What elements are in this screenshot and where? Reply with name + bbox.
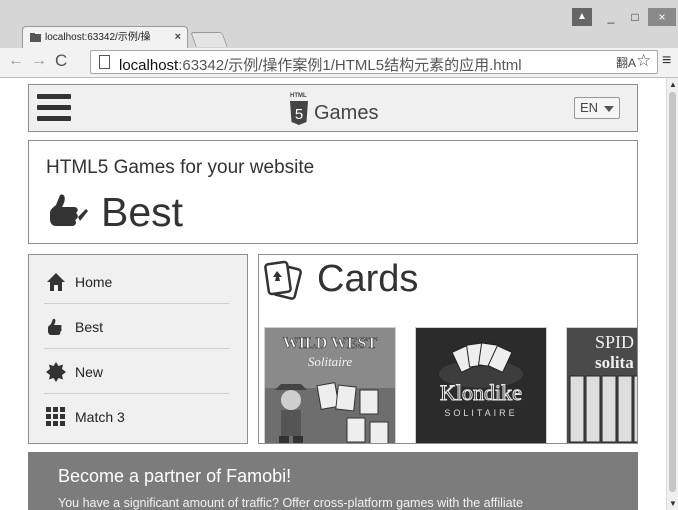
sidebar-item-label: New — [75, 364, 104, 380]
folder-favicon-icon — [30, 33, 41, 42]
scroll-thumb[interactable] — [669, 92, 676, 492]
forward-arrow-icon[interactable]: → — [31, 52, 47, 70]
sidebar-item-best[interactable]: Best — [44, 304, 229, 349]
thumbs-up-icon — [48, 318, 62, 335]
browser-menu-icon[interactable]: ≡ — [662, 52, 671, 70]
url-host: localhost — [119, 57, 179, 74]
logo-number: 5 — [295, 106, 303, 123]
close-window-button[interactable]: × — [648, 8, 676, 26]
new-tab-button[interactable] — [190, 32, 228, 47]
site-header: HTML 5 Games EN — [28, 84, 638, 132]
tab-close-icon[interactable]: × — [175, 27, 181, 48]
address-bar[interactable]: localhost:63342/示例/操作案例1/HTML5结构元素的应用.ht… — [90, 50, 658, 74]
language-value: EN — [580, 100, 599, 115]
game-title-line2: Solitaire — [308, 354, 353, 369]
game-thumbnail-wild-west[interactable]: WILD WEST Solitaire — [264, 327, 396, 443]
sidebar-item-label: Best — [75, 319, 104, 335]
caret-down-icon — [604, 106, 614, 112]
sidebar-item-home[interactable]: Home — [44, 259, 229, 304]
sidebar-item-label: Home — [75, 274, 113, 290]
minimize-button[interactable]: _ — [600, 8, 622, 26]
game-title-line1: WILD WEST — [283, 335, 378, 352]
maximize-button[interactable]: □ — [624, 8, 646, 26]
game-title-line2: SOLITAIRE — [444, 408, 517, 418]
logo-html-text: HTML — [290, 93, 307, 99]
thumbs-up-icon — [50, 194, 88, 226]
logo-word: Games — [314, 102, 379, 124]
klondike-artwork: Klondike SOLITAIRE — [416, 328, 546, 443]
cards-section: Cards WILD WEST Solitaire Klondike SOLIT… — [258, 254, 638, 444]
section-title: Cards — [317, 258, 419, 300]
bookmark-star-icon[interactable]: ☆ — [636, 51, 651, 71]
spider-artwork: SPID solita — [567, 328, 637, 443]
game-title-line1: Klondike — [440, 380, 522, 405]
game-title-line1: SPID — [595, 332, 634, 352]
playing-cards-icon — [264, 260, 302, 300]
tab-title: localhost:63342/示例/操 — [45, 32, 151, 43]
sidebar-item-new[interactable]: New — [44, 349, 229, 394]
sidebar-item-label: Match 3 — [75, 409, 125, 425]
vertical-scrollbar[interactable]: ▲ ▼ — [666, 78, 678, 510]
new-badge-icon — [46, 362, 66, 382]
back-arrow-icon[interactable]: ← — [8, 52, 24, 70]
browser-tab[interactable]: localhost:63342/示例/操 × — [22, 26, 188, 48]
url-path: :63342/示例/操作案例1/HTML5结构元素的应用.html — [178, 57, 522, 74]
home-icon — [47, 273, 65, 291]
url-text[interactable]: localhost:63342/示例/操作案例1/HTML5结构元素的应用.ht… — [119, 54, 522, 75]
html5-shield-icon: 5 — [290, 101, 308, 125]
language-select[interactable]: EN — [574, 97, 620, 119]
partner-title: Become a partner of Famobi! — [58, 466, 292, 486]
hero-panel: HTML5 Games for your website Best — [28, 140, 638, 244]
site-logo[interactable]: HTML 5 Games — [289, 93, 409, 125]
reload-icon[interactable]: C — [55, 51, 67, 71]
match3-grid-icon — [46, 407, 65, 426]
scroll-up-arrow-icon[interactable]: ▲ — [669, 80, 677, 89]
user-profile-icon[interactable]: ▲ — [572, 8, 592, 26]
page-viewport: HTML 5 Games EN HTML5 Games for your web… — [10, 78, 666, 510]
game-title-line2: solita — [595, 353, 634, 372]
sidebar-item-match3[interactable]: Match 3 — [44, 394, 229, 439]
browser-titlebar: localhost:63342/示例/操 × ▲ _ □ × — [0, 0, 678, 48]
partner-text: You have a significant amount of traffic… — [58, 496, 524, 510]
hamburger-menu-icon[interactable] — [37, 94, 71, 121]
wild-west-artwork: WILD WEST Solitaire — [265, 328, 395, 443]
partner-banner: Become a partner of Famobi! You have a s… — [28, 452, 638, 510]
translate-icon[interactable]: 翻A — [616, 54, 636, 71]
hero-title: Best — [101, 189, 184, 235]
category-sidebar: Home Best New Match 3 — [28, 254, 248, 444]
game-thumbnail-klondike[interactable]: Klondike SOLITAIRE — [415, 327, 547, 443]
browser-toolbar: ← → C localhost:63342/示例/操作案例1/HTML5结构元素… — [0, 48, 678, 78]
page-icon — [99, 55, 110, 69]
game-thumbnail-spider[interactable]: SPID solita — [566, 327, 637, 443]
scroll-down-arrow-icon[interactable]: ▼ — [669, 499, 677, 508]
hero-subtitle: HTML5 Games for your website — [46, 157, 315, 178]
